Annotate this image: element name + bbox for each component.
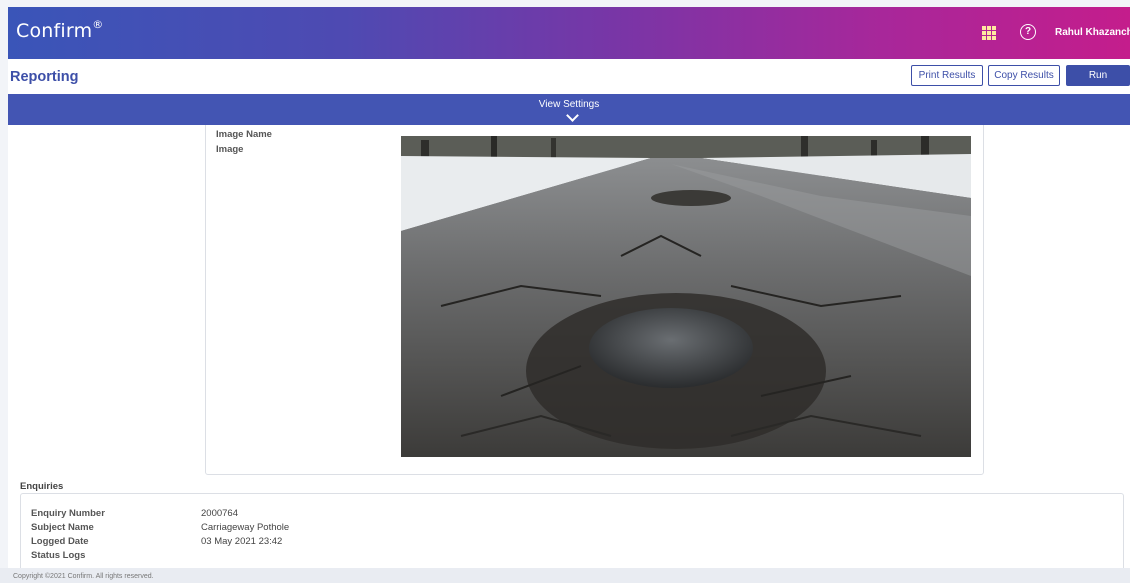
image-panel: Image Name Image — [205, 125, 984, 475]
enquiry-number-value: 2000764 — [201, 508, 238, 519]
chevron-down-icon — [566, 109, 579, 122]
user-menu[interactable]: Rahul Khazanch — [1055, 27, 1130, 38]
registered-mark: ® — [92, 18, 104, 31]
enquiries-heading: Enquiries — [20, 481, 64, 492]
image-label: Image — [216, 144, 244, 155]
pothole-image — [401, 136, 971, 457]
view-settings-toggle[interactable]: View Settings — [8, 94, 1130, 125]
page-footer: Copyright ©2021 Confirm. All rights rese… — [0, 568, 1130, 583]
subject-name-value: Carriageway Pothole — [201, 522, 290, 533]
status-logs-label: Status Logs — [31, 550, 86, 561]
image-name-label: Image Name — [216, 129, 272, 140]
help-circle-icon[interactable]: ? — [1020, 24, 1036, 40]
subject-name-label: Subject Name — [31, 522, 94, 533]
copyright-text: Copyright ©2021 Confirm. All rights rese… — [13, 573, 154, 580]
copy-results-button[interactable]: Copy Results — [988, 65, 1060, 86]
page-toolbar: Reporting Print Results Copy Results Run — [8, 59, 1130, 94]
print-results-button[interactable]: Print Results — [911, 65, 983, 86]
app-header: Confirm® ? Rahul Khazanch — [8, 7, 1130, 59]
logged-date-label: Logged Date — [31, 536, 89, 547]
enquiry-number-label: Enquiry Number — [31, 508, 105, 519]
app-grid-icon[interactable] — [982, 26, 996, 40]
run-button[interactable]: Run — [1066, 65, 1130, 86]
view-settings-label: View Settings — [538, 99, 600, 110]
brand-logo[interactable]: Confirm® — [16, 18, 104, 42]
enquiry-details: Enquiry Number 2000764 Subject Name Carr… — [20, 493, 1124, 568]
page-title: Reporting — [10, 69, 79, 85]
brand-name: Confirm — [16, 20, 93, 42]
logged-date-value: 03 May 2021 23:42 — [201, 536, 283, 547]
report-content[interactable]: Image Name Image Enquiries Enquiry Numbe… — [8, 125, 1130, 568]
